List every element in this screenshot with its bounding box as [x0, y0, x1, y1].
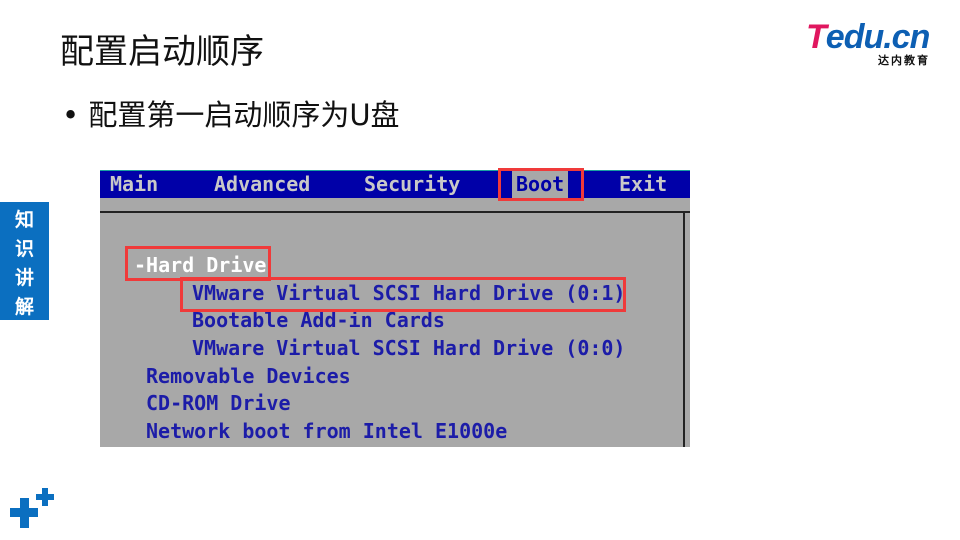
panel-border: [683, 213, 685, 447]
boot-item-network[interactable]: Network boot from Intel E1000e: [146, 419, 507, 443]
logo-text: edu.cn: [825, 18, 931, 56]
highlight-hard-drive: [125, 246, 271, 281]
slide-title: 配置启动顺序: [60, 32, 264, 72]
tab-security[interactable]: Security: [360, 171, 464, 198]
bullet-text: 配置第一启动顺序为U盘: [88, 98, 400, 132]
section-label: 知 识 讲 解: [0, 202, 49, 320]
boot-item-removable[interactable]: Removable Devices: [146, 364, 351, 388]
boot-item-vmware-0-0[interactable]: VMware Virtual SCSI Hard Drive (0:0): [192, 336, 625, 360]
side-char: 解: [14, 296, 34, 318]
logo-subtitle: 达内教育: [878, 54, 930, 67]
side-char: 识: [14, 238, 34, 260]
separator: [100, 211, 690, 213]
tab-exit[interactable]: Exit: [615, 171, 671, 198]
bios-screenshot: Main Advanced Security Boot Exit -Hard D…: [100, 165, 690, 447]
side-char: 讲: [14, 267, 34, 289]
plus-decoration-icon: [10, 488, 54, 528]
tab-main[interactable]: Main: [106, 171, 162, 198]
boot-item-cdrom[interactable]: CD-ROM Drive: [146, 391, 291, 415]
highlight-vmware-0-1: [180, 277, 626, 312]
tab-advanced[interactable]: Advanced: [210, 171, 314, 198]
bullet-point: • 配置第一启动顺序为U盘: [62, 98, 400, 132]
logo-t: T: [806, 18, 827, 56]
side-char: 知: [14, 209, 34, 231]
bios-menubar: Main Advanced Security Boot Exit: [100, 171, 690, 198]
tedu-logo: Tedu.cn 达内教育: [806, 20, 936, 68]
highlight-boot-tab: [498, 168, 584, 201]
